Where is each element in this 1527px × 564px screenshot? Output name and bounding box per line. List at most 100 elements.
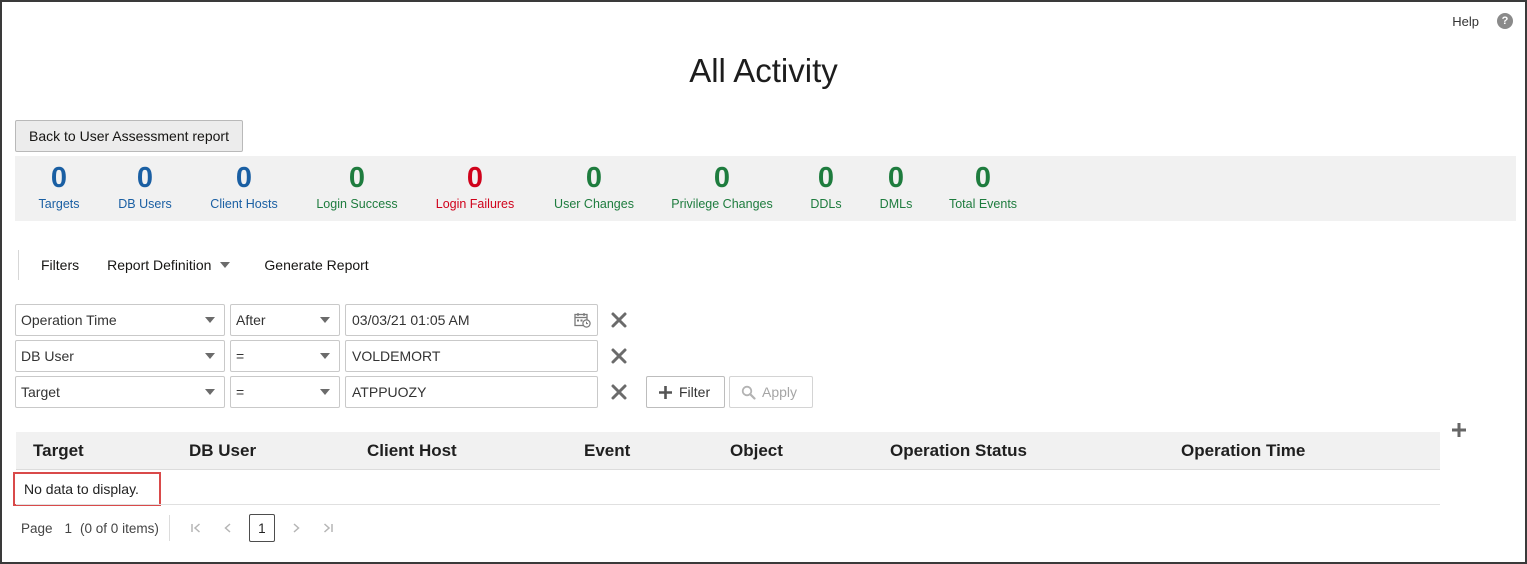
apply-button[interactable]: Apply <box>729 376 813 408</box>
filter-field-select[interactable]: Target <box>15 376 225 408</box>
filter-operator-value: = <box>236 348 245 364</box>
metric-value: 0 <box>136 162 154 194</box>
chevron-down-icon <box>320 389 330 395</box>
empty-table-message: No data to display. <box>13 472 161 506</box>
help-circle-icon[interactable]: ? <box>1497 13 1513 29</box>
metric-label: Login Failures <box>435 197 515 211</box>
current-page-button[interactable]: 1 <box>248 514 275 542</box>
items-summary: (0 of 0 items) <box>80 520 159 536</box>
metric-total-events[interactable]: 0 Total Events <box>949 160 1017 212</box>
previous-page-icon[interactable] <box>217 517 239 539</box>
filter-value-input[interactable]: ATPPUOZY <box>345 376 598 408</box>
metric-label: DMLs <box>879 197 913 211</box>
metric-ddls[interactable]: 0 DDLs <box>810 160 841 212</box>
remove-filter-icon[interactable] <box>610 311 628 329</box>
next-page-icon[interactable] <box>285 517 307 539</box>
metric-login-success[interactable]: 0 Login Success <box>316 160 397 212</box>
metric-label: Targets <box>38 197 80 211</box>
report-definition-label: Report Definition <box>107 257 212 273</box>
report-definition-menu[interactable]: Report Definition <box>107 257 231 273</box>
filter-field-value: Target <box>21 384 60 400</box>
metric-label: Client Hosts <box>210 197 278 211</box>
app-window: Help ? All Activity Back to User Assessm… <box>0 0 1527 564</box>
metric-value: 0 <box>974 162 992 194</box>
remove-filter-icon[interactable] <box>610 383 628 401</box>
pager-divider <box>168 515 170 541</box>
metric-value: 0 <box>817 162 835 194</box>
filter-value-input[interactable]: VOLDEMORT <box>345 340 598 372</box>
column-header-event[interactable]: Event <box>584 432 630 470</box>
plus-icon <box>659 385 672 399</box>
filter-value: 03/03/21 01:05 AM <box>352 312 470 328</box>
filter-operator-select[interactable]: = <box>230 376 340 408</box>
table-divider <box>16 504 1440 505</box>
metric-value: 0 <box>585 162 603 194</box>
page-label: Page <box>21 520 53 536</box>
metric-value: 0 <box>235 162 253 194</box>
chevron-down-icon <box>205 317 215 323</box>
chevron-down-icon <box>205 389 215 395</box>
add-filter-button[interactable]: Filter <box>646 376 725 408</box>
filter-value: VOLDEMORT <box>352 348 441 364</box>
filter-operator-select[interactable]: After <box>230 304 340 336</box>
chevron-down-icon <box>320 317 330 323</box>
last-page-icon[interactable] <box>317 517 339 539</box>
metric-dmls[interactable]: 0 DMLs <box>880 160 913 212</box>
metric-client-hosts[interactable]: 0 Client Hosts <box>210 160 277 212</box>
filter-button-label: Filter <box>679 384 711 400</box>
column-header-operation-time[interactable]: Operation Time <box>1181 432 1305 470</box>
filter-value: ATPPUOZY <box>352 384 427 400</box>
calendar-icon[interactable] <box>574 312 591 328</box>
chevron-down-icon <box>320 353 330 359</box>
metric-label: DDLs <box>810 197 842 211</box>
metric-value: 0 <box>713 162 731 194</box>
activity-summary-bar: 0 Targets 0 DB Users 0 Client Hosts 0 Lo… <box>15 156 1516 221</box>
generate-report-label: Generate Report <box>264 257 369 273</box>
column-header-object[interactable]: Object <box>730 432 783 470</box>
filter-date-input[interactable]: 03/03/21 01:05 AM <box>345 304 598 336</box>
filter-operator-select[interactable]: = <box>230 340 340 372</box>
metric-label: Login Success <box>316 197 398 211</box>
help-link[interactable]: Help <box>1452 14 1479 29</box>
help-area: Help ? <box>1452 13 1513 29</box>
chevron-down-icon <box>205 353 215 359</box>
filter-operator-value: = <box>236 384 245 400</box>
column-header-operation-status[interactable]: Operation Status <box>890 432 1027 470</box>
add-column-plus-icon[interactable] <box>1450 421 1468 439</box>
page-number-text: 1 <box>64 520 73 536</box>
filter-operator-value: After <box>236 312 266 328</box>
metric-label: User Changes <box>554 197 634 211</box>
filters-label: Filters <box>41 257 80 273</box>
page-title: All Activity <box>689 52 838 89</box>
column-header-client-host[interactable]: Client Host <box>367 432 457 470</box>
metric-db-users[interactable]: 0 DB Users <box>118 160 171 212</box>
filters-menu[interactable]: Filters <box>41 257 79 273</box>
first-page-icon[interactable] <box>185 517 207 539</box>
filter-field-select[interactable]: DB User <box>15 340 225 372</box>
filter-field-select[interactable]: Operation Time <box>15 304 225 336</box>
filter-field-value: DB User <box>21 348 74 364</box>
pagination-bar: Page 1 (0 of 0 items) 1 <box>21 513 344 543</box>
metric-label: DB Users <box>118 197 172 211</box>
apply-button-label: Apply <box>762 384 798 400</box>
chevron-down-icon <box>220 262 231 268</box>
back-to-report-button[interactable]: Back to User Assessment report <box>15 120 243 152</box>
metric-user-changes[interactable]: 0 User Changes <box>554 160 634 212</box>
metric-login-failures[interactable]: 0 Login Failures <box>436 160 515 212</box>
remove-filter-icon[interactable] <box>610 347 628 365</box>
metric-value: 0 <box>50 162 68 194</box>
search-icon <box>741 385 756 400</box>
metric-value: 0 <box>348 162 366 194</box>
metric-privilege-changes[interactable]: 0 Privilege Changes <box>671 160 772 212</box>
column-header-target[interactable]: Target <box>33 432 84 470</box>
table-header-row: Target DB User Client Host Event Object … <box>16 432 1440 470</box>
filter-field-value: Operation Time <box>21 312 117 328</box>
column-header-db-user[interactable]: DB User <box>189 432 256 470</box>
metric-label: Total Events <box>948 197 1018 211</box>
report-toolbar: Filters Report Definition Generate Repor… <box>18 250 369 280</box>
metric-value: 0 <box>466 162 484 194</box>
metric-value: 0 <box>887 162 905 194</box>
metric-targets[interactable]: 0 Targets <box>39 160 80 212</box>
generate-report-menu[interactable]: Generate Report <box>264 257 368 273</box>
metric-label: Privilege Changes <box>671 197 773 211</box>
